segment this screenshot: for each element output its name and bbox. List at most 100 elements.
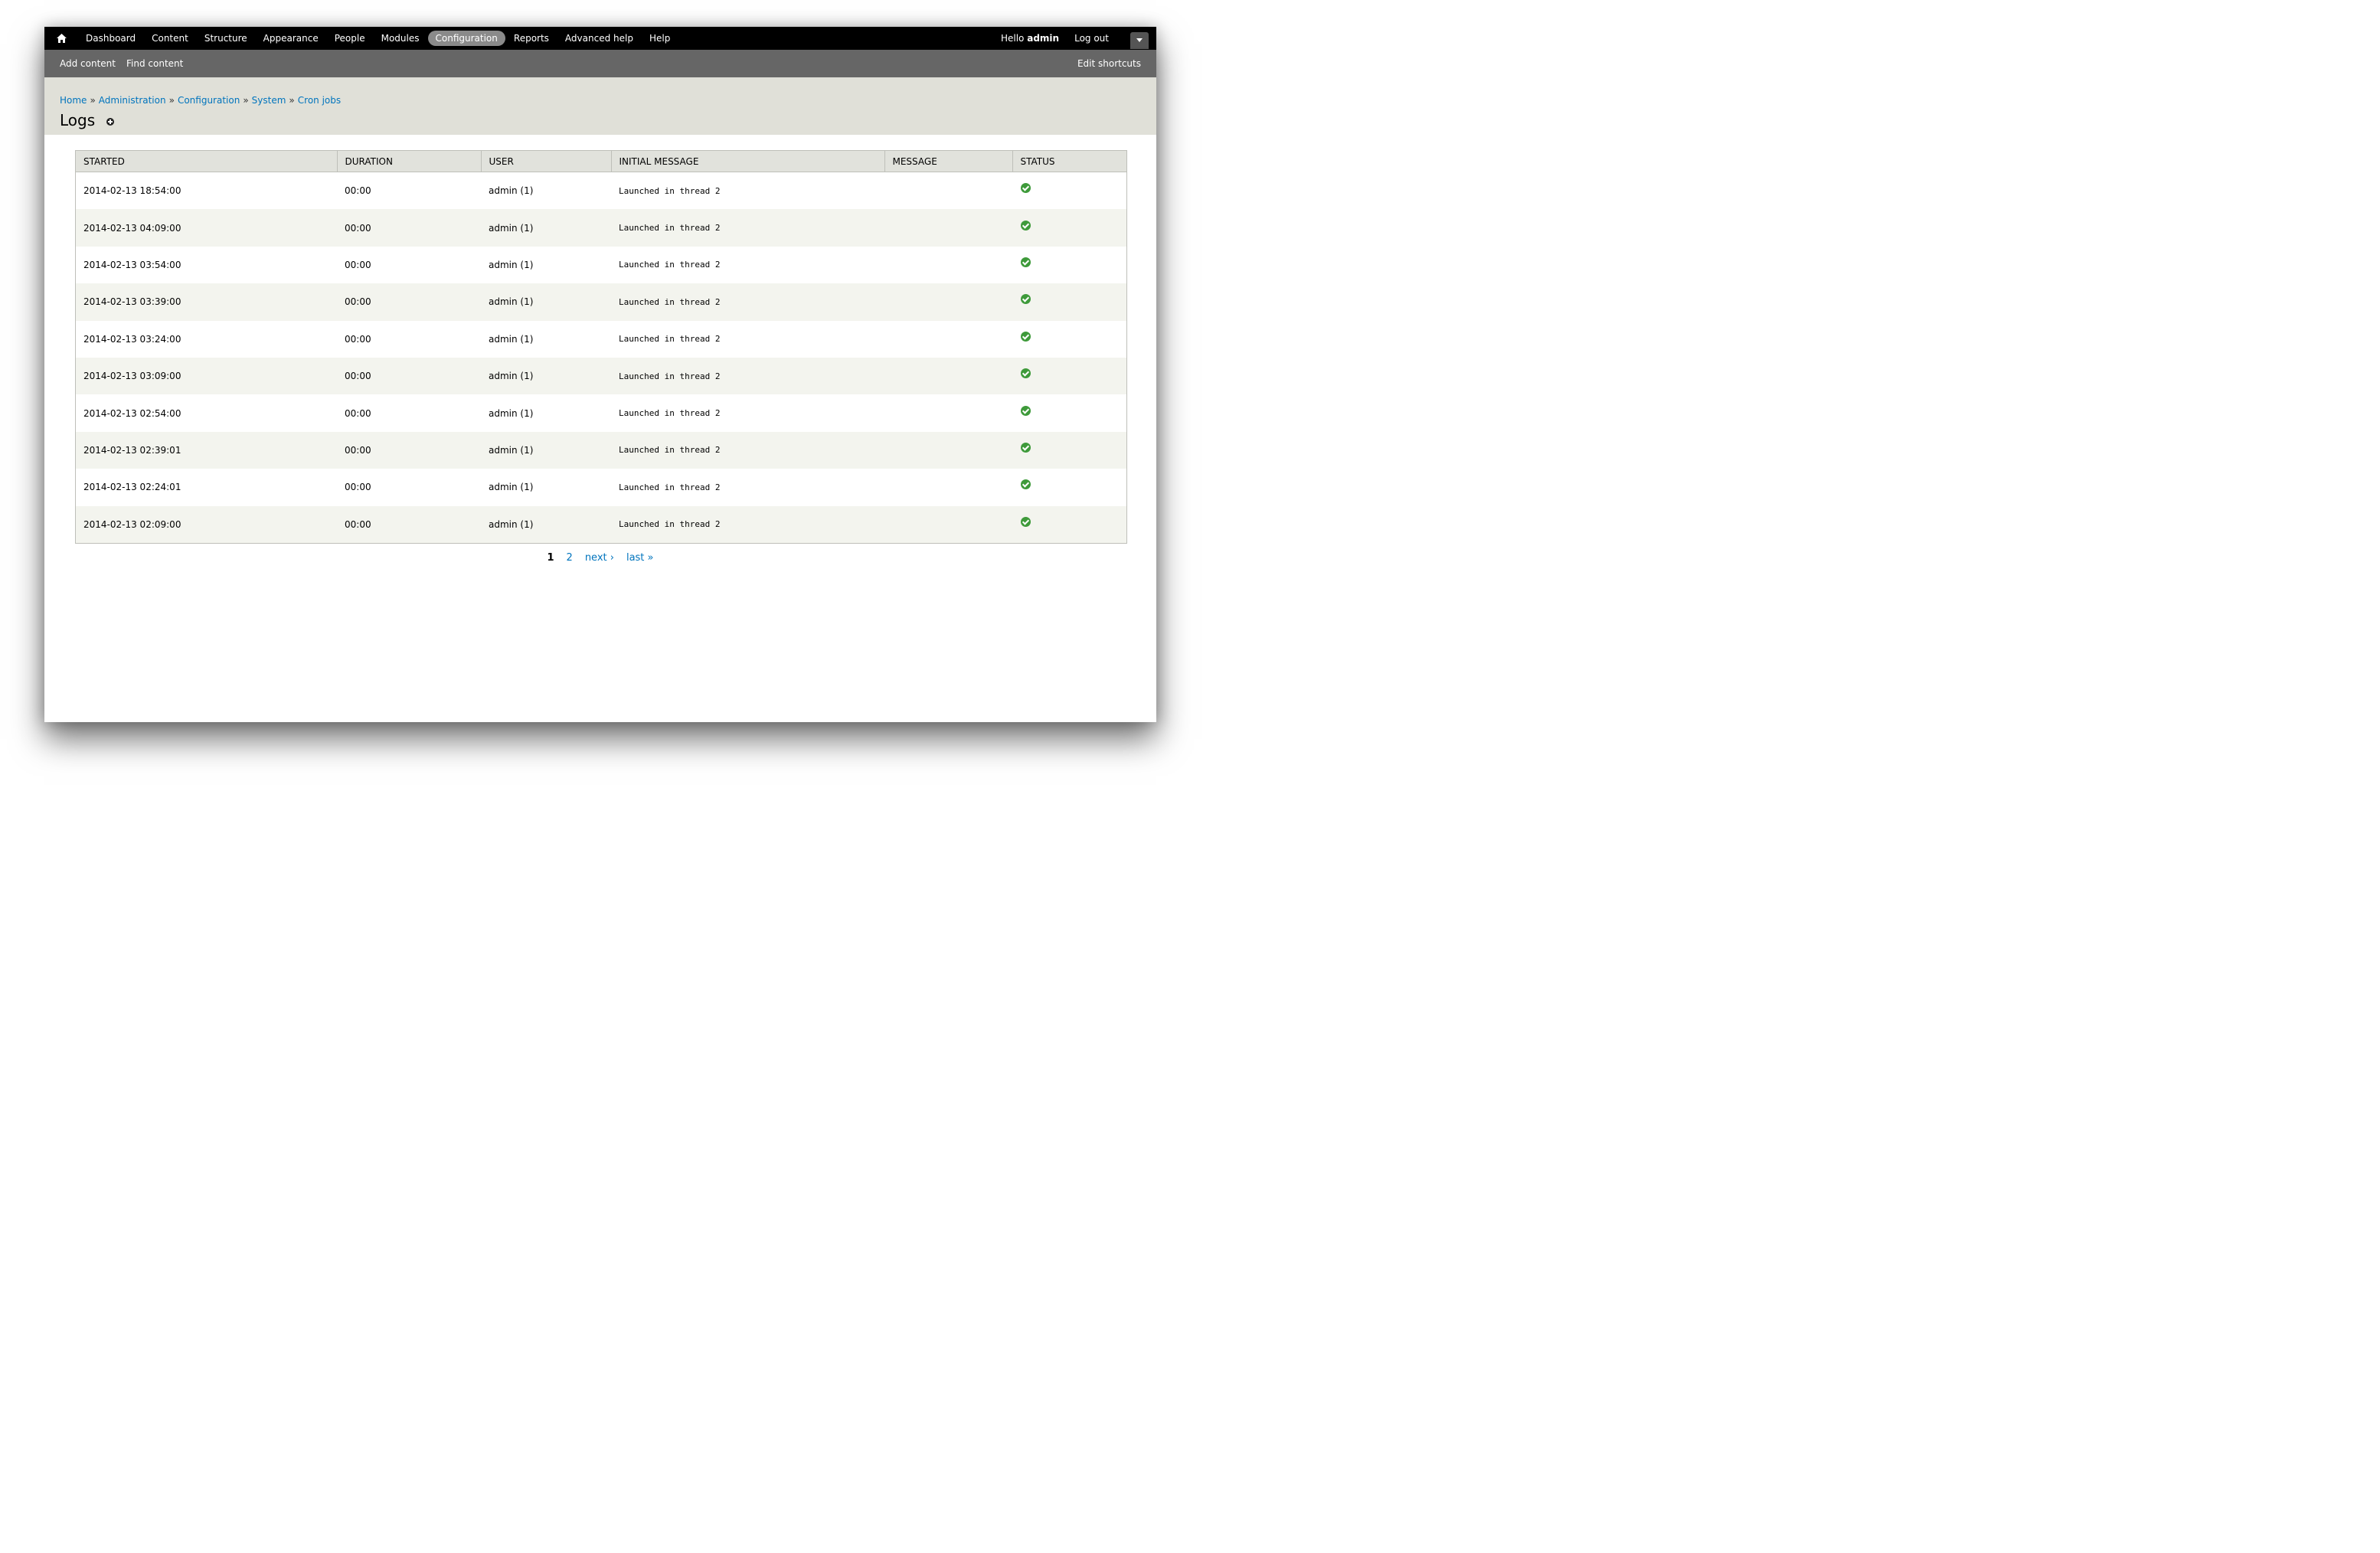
cell-started: 2014-02-13 02:54:00 [76, 394, 337, 432]
column-header-message[interactable]: Message [884, 151, 1013, 172]
shortcut-find-content[interactable]: Find content [121, 58, 188, 69]
breadcrumb-system[interactable]: System [252, 95, 286, 106]
home-link[interactable] [44, 27, 78, 50]
table-row: 2014-02-13 03:09:00 00:00 admin (1) Launche… [76, 357, 1126, 395]
table-row: 2014-02-13 02:54:00 00:00 admin (1) Launche… [76, 394, 1126, 432]
cell-initial-message: Launched in thread 2 [611, 394, 884, 432]
username-link[interactable]: admin [1027, 33, 1059, 44]
cell-initial-message: Launched in thread 2 [611, 283, 884, 321]
cell-user: admin (1) [481, 283, 611, 321]
column-header-status[interactable]: Status [1012, 151, 1126, 172]
cell-status [1012, 320, 1126, 358]
edit-shortcuts-link[interactable]: Edit shortcuts [1077, 58, 1141, 69]
check-circle-icon [1021, 442, 1031, 453]
cell-started: 2014-02-13 18:54:00 [76, 172, 337, 210]
breadcrumb-separator: » [243, 95, 249, 106]
page-header: Home» Administration» Configuration» System… [44, 77, 1156, 135]
menu-item-advanced-help[interactable]: Advanced help [557, 31, 641, 46]
menu-item-help[interactable]: Help [642, 31, 678, 46]
cell-status [1012, 283, 1126, 321]
cell-duration: 00:00 [337, 283, 481, 321]
table-row: 2014-02-13 02:39:01 00:00 admin (1) Launche… [76, 431, 1126, 469]
cell-initial-message: Launched in thread 2 [611, 246, 884, 284]
cell-message [884, 320, 1012, 358]
admin-menu: Dashboard Content Structure Appearance P… [78, 27, 678, 50]
cell-message [884, 394, 1012, 432]
check-circle-icon [1021, 516, 1031, 527]
menu-item-appearance[interactable]: Appearance [256, 31, 326, 46]
cell-message [884, 283, 1012, 321]
menu-item-reports[interactable]: Reports [506, 31, 557, 46]
menu-item-modules[interactable]: Modules [374, 31, 427, 46]
breadcrumb-separator: » [90, 95, 96, 106]
cell-status [1012, 246, 1126, 284]
table-row: 2014-02-13 02:09:00 00:00 admin (1) Launche… [76, 505, 1126, 543]
table-header-row: Started Duration User Initial message Me… [76, 151, 1126, 172]
check-circle-icon [1021, 479, 1031, 490]
breadcrumb-cron-jobs[interactable]: Cron jobs [298, 95, 341, 106]
cell-message [884, 469, 1012, 506]
menu-item-dashboard[interactable]: Dashboard [78, 31, 143, 46]
breadcrumb-configuration[interactable]: Configuration [178, 95, 240, 106]
cell-status [1012, 357, 1126, 395]
toolbar-drawer-toggle[interactable] [1130, 31, 1149, 49]
check-circle-icon [1021, 183, 1031, 194]
cell-duration: 00:00 [337, 469, 481, 506]
check-circle-icon [1021, 368, 1031, 379]
cell-user: admin (1) [481, 469, 611, 506]
cell-started: 2014-02-13 03:54:00 [76, 246, 337, 284]
breadcrumb-home[interactable]: Home [60, 95, 87, 106]
menu-item-configuration[interactable]: Configuration [427, 31, 505, 46]
toolbar-user-area: Hello admin Log out [993, 27, 1156, 50]
breadcrumb-separator: » [289, 95, 295, 106]
cell-message [884, 209, 1012, 247]
cell-initial-message: Launched in thread 2 [611, 357, 884, 395]
table-body: 2014-02-13 18:54:00 00:00 admin (1) Launche… [76, 172, 1126, 543]
cell-user: admin (1) [481, 209, 611, 247]
cell-user: admin (1) [481, 246, 611, 284]
check-circle-icon [1021, 405, 1031, 416]
cell-duration: 00:00 [337, 172, 481, 210]
column-header-started[interactable]: Started [76, 151, 338, 172]
menu-item-people[interactable]: People [327, 31, 373, 46]
add-shortcut-icon[interactable] [106, 118, 115, 126]
pager: 1 2 next › last » [44, 552, 1156, 564]
logs-table: Started Duration User Initial message Me… [76, 151, 1126, 543]
table-row: 2014-02-13 03:24:00 00:00 admin (1) Launche… [76, 320, 1126, 358]
table-row: 2014-02-13 02:24:01 00:00 admin (1) Launche… [76, 469, 1126, 506]
cell-initial-message: Launched in thread 2 [611, 172, 884, 210]
cell-message [884, 357, 1012, 395]
cell-initial-message: Launched in thread 2 [611, 505, 884, 543]
pager-last[interactable]: last » [620, 552, 660, 564]
table-row: 2014-02-13 03:39:00 00:00 admin (1) Launche… [76, 283, 1126, 321]
cell-initial-message: Launched in thread 2 [611, 431, 884, 469]
column-header-duration[interactable]: Duration [337, 151, 482, 172]
menu-item-structure[interactable]: Structure [197, 31, 255, 46]
breadcrumb-administration[interactable]: Administration [99, 95, 166, 106]
cell-duration: 00:00 [337, 357, 481, 395]
page-title: Logs [60, 111, 96, 129]
table-row: 2014-02-13 18:54:00 00:00 admin (1) Launche… [76, 172, 1126, 210]
breadcrumb-separator: » [168, 95, 175, 106]
cell-user: admin (1) [481, 320, 611, 358]
cell-status [1012, 209, 1126, 247]
table-row: 2014-02-13 03:54:00 00:00 admin (1) Launche… [76, 246, 1126, 284]
cell-message [884, 246, 1012, 284]
pager-current-page: 1 [547, 552, 554, 564]
cell-duration: 00:00 [337, 394, 481, 432]
pager-page-2[interactable]: 2 [561, 552, 579, 564]
check-circle-icon [1021, 331, 1031, 342]
cell-status [1012, 469, 1126, 506]
shortcut-add-content[interactable]: Add content [54, 58, 121, 69]
column-header-initial-message[interactable]: Initial message [611, 151, 885, 172]
column-header-user[interactable]: User [481, 151, 612, 172]
cell-status [1012, 172, 1126, 210]
cell-initial-message: Launched in thread 2 [611, 469, 884, 506]
check-circle-icon [1021, 294, 1031, 305]
logout-link[interactable]: Log out [1067, 33, 1116, 44]
pager-next[interactable]: next › [579, 552, 620, 564]
check-circle-icon [1021, 220, 1031, 230]
menu-item-content[interactable]: Content [144, 31, 196, 46]
logs-table-container: Started Duration User Initial message Me… [75, 150, 1127, 544]
cell-user: admin (1) [481, 505, 611, 543]
